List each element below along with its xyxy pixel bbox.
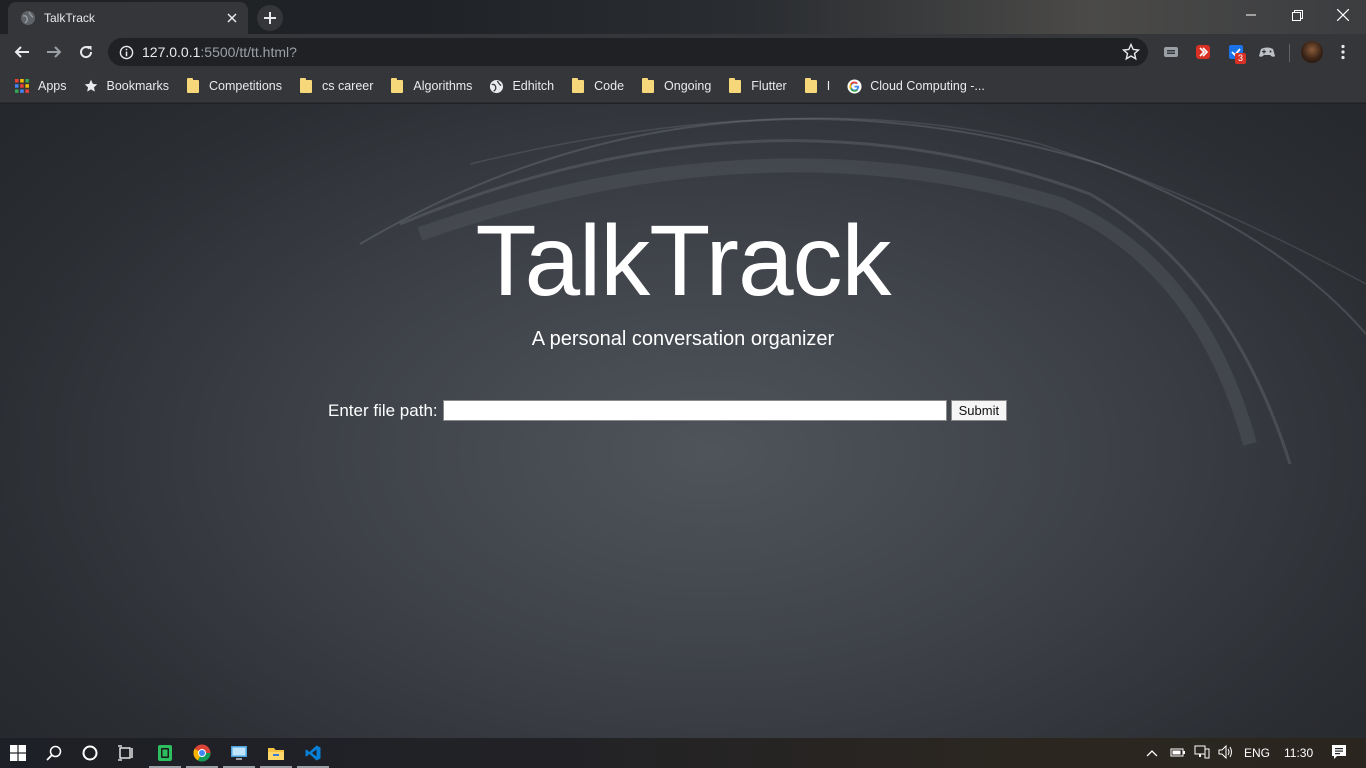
search-icon[interactable] [36, 738, 72, 768]
bookmark-label: Apps [38, 79, 67, 93]
plus-icon [264, 12, 276, 24]
folder-icon [389, 77, 405, 94]
bookmark-code[interactable]: Code [570, 73, 632, 99]
bookmark-label: Competitions [209, 79, 282, 93]
windows-start-icon[interactable] [0, 738, 36, 768]
back-button[interactable] [8, 38, 36, 66]
folder-icon [803, 77, 819, 94]
bookmark-edhitch[interactable]: Edhitch [488, 73, 562, 99]
star-icon [83, 78, 99, 94]
folder-icon [640, 77, 656, 94]
language-indicator[interactable]: ENG [1244, 746, 1270, 760]
restore-button[interactable] [1274, 0, 1320, 30]
google-icon [846, 78, 862, 94]
bookmark-ongoing[interactable]: Ongoing [640, 73, 719, 99]
url-path: :5500/tt/tt.html? [200, 44, 297, 60]
system-tray: ENG 11:30 [1146, 738, 1347, 768]
file-path-label: Enter file path: [328, 400, 438, 420]
url-text: 127.0.0.1:5500/tt/tt.html? [142, 44, 297, 60]
bookmark-label: Algorithms [413, 79, 473, 93]
bookmark-label: Ongoing [664, 79, 712, 93]
bookmark-competitions[interactable]: Competitions [185, 73, 290, 99]
submit-button[interactable]: Submit [950, 400, 1008, 421]
more-vert-icon [1341, 44, 1345, 60]
cortana-icon[interactable] [72, 738, 108, 768]
bookmark-algorithms[interactable]: Algorithms [389, 73, 480, 99]
chrome-icon[interactable] [184, 738, 220, 768]
reload-icon [80, 46, 93, 59]
bookmark-cloud-computing[interactable]: Cloud Computing -... [846, 73, 993, 99]
forward-button[interactable] [40, 38, 68, 66]
extension-check-icon[interactable]: 3 [1226, 42, 1247, 64]
close-window-button[interactable] [1320, 0, 1366, 30]
bookmark-cs-career[interactable]: cs career [298, 73, 381, 99]
remote-desktop-icon[interactable] [221, 738, 257, 768]
restore-icon [1291, 9, 1303, 21]
new-tab-button[interactable] [257, 5, 283, 31]
browser-tab[interactable]: TalkTrack [8, 2, 248, 34]
file-path-input[interactable] [442, 400, 947, 421]
evernote-icon[interactable] [147, 738, 183, 768]
page-subtitle: A personal conversation organizer [531, 328, 835, 350]
extension-red-icon[interactable] [1193, 42, 1213, 62]
notifications-icon[interactable] [1331, 744, 1347, 763]
folder-icon [727, 77, 743, 94]
extension-gamepad-icon[interactable] [1257, 42, 1277, 62]
windows-taskbar: ENG 11:30 [0, 738, 1366, 768]
bookmark-i[interactable]: I [803, 73, 838, 99]
battery-icon[interactable] [1170, 746, 1186, 761]
clock[interactable]: 11:30 [1284, 746, 1313, 760]
globe-icon [488, 78, 504, 94]
volume-icon[interactable] [1218, 744, 1234, 762]
chevron-up-icon[interactable] [1146, 746, 1158, 760]
browser-toolbar: 127.0.0.1:5500/tt/tt.html? 3 [0, 34, 1366, 70]
globe-icon [20, 10, 36, 26]
close-icon [1337, 9, 1349, 21]
bookmark-label: Bookmarks [106, 79, 170, 93]
bookmark-label: I [826, 79, 831, 93]
network-icon[interactable] [1194, 745, 1210, 762]
tab-close-icon[interactable] [222, 8, 242, 28]
tab-title: TalkTrack [44, 11, 95, 25]
minimize-icon [1246, 14, 1256, 16]
background-swoosh [359, 117, 1366, 465]
address-bar[interactable]: 127.0.0.1:5500/tt/tt.html? [108, 38, 1148, 66]
bookmarks-bar: Apps Bookmarks Competitions cs career Al… [0, 70, 1366, 103]
chrome-menu-button[interactable] [1333, 42, 1353, 62]
bookmark-label: Code [594, 79, 625, 93]
apps-grid-icon [14, 78, 30, 94]
bookmark-flutter[interactable]: Flutter [727, 73, 794, 99]
file-path-form: Enter file path: Submit [328, 400, 1008, 421]
bookmark-apps[interactable]: Apps [14, 73, 75, 99]
arrow-right-icon [47, 46, 62, 58]
task-view-icon[interactable] [108, 738, 144, 768]
toolbar-separator [1289, 44, 1290, 62]
minimize-button[interactable] [1228, 0, 1274, 30]
extension-badge: 3 [1235, 53, 1247, 64]
folder-icon [185, 77, 201, 94]
bookmark-label: Flutter [751, 79, 787, 93]
vscode-icon[interactable] [295, 738, 331, 768]
folder-icon [570, 77, 586, 94]
profile-avatar[interactable] [1301, 41, 1323, 63]
page-viewport: TalkTrack A personal conversation organi… [0, 104, 1366, 738]
extension-grey-icon[interactable] [1161, 42, 1181, 62]
bookmark-label: cs career [321, 79, 374, 93]
folder-icon [298, 77, 314, 94]
bookmark-bookmarks[interactable]: Bookmarks [83, 73, 178, 99]
arrow-left-icon [14, 46, 29, 58]
url-host: 127.0.0.1 [142, 44, 201, 60]
info-icon[interactable] [118, 44, 134, 60]
page-title: TalkTrack [475, 205, 891, 317]
bookmark-star-icon[interactable] [1121, 42, 1141, 61]
tab-strip: TalkTrack [0, 0, 1366, 34]
bookmark-label: Edhitch [512, 79, 555, 93]
bookmark-label: Cloud Computing -... [870, 79, 985, 93]
file-explorer-icon[interactable] [258, 738, 294, 768]
reload-button[interactable] [72, 38, 100, 66]
